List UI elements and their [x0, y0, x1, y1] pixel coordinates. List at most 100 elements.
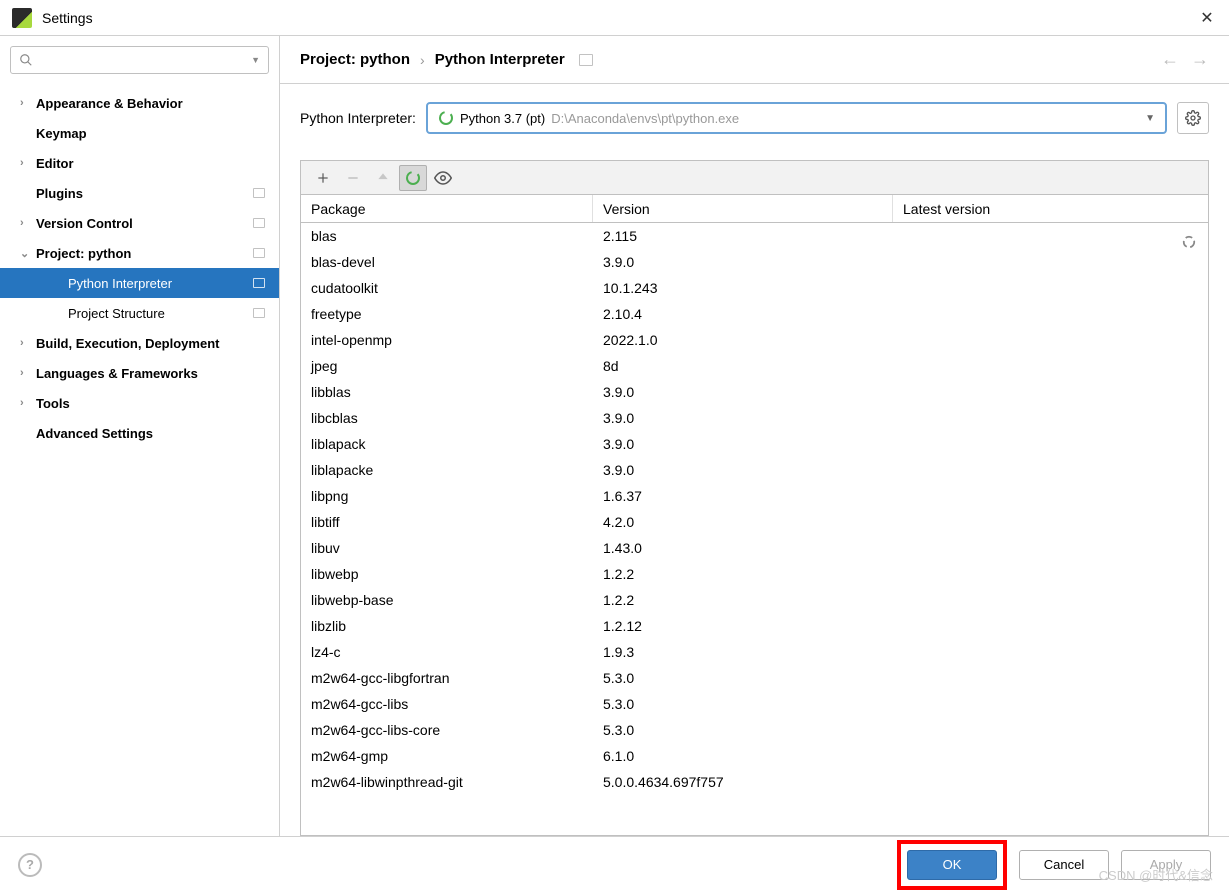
- package-version: 2.115: [593, 223, 893, 249]
- package-name: freetype: [301, 301, 593, 327]
- sidebar-item-tools[interactable]: ›Tools: [0, 388, 279, 418]
- package-row[interactable]: lz4-c1.9.3: [301, 639, 1208, 665]
- package-name: libpng: [301, 483, 593, 509]
- package-version: 3.9.0: [593, 431, 893, 457]
- sidebar-item-keymap[interactable]: ›Keymap: [0, 118, 279, 148]
- package-row[interactable]: m2w64-libwinpthread-git5.0.0.4634.697f75…: [301, 769, 1208, 795]
- sidebar-item-label: Project Structure: [68, 306, 165, 321]
- package-row[interactable]: libuv1.43.0: [301, 535, 1208, 561]
- package-version: 1.2.2: [593, 587, 893, 613]
- chevron-down-icon: ⌄: [20, 247, 34, 260]
- package-row[interactable]: m2w64-gcc-libs-core5.3.0: [301, 717, 1208, 743]
- eye-icon: [434, 169, 452, 187]
- packages-list[interactable]: blas2.115blas-devel3.9.0cudatoolkit10.1.…: [301, 223, 1208, 835]
- package-row[interactable]: m2w64-gcc-libs5.3.0: [301, 691, 1208, 717]
- window-title: Settings: [42, 10, 1197, 26]
- sidebar-item-label: Advanced Settings: [36, 426, 153, 441]
- ok-button[interactable]: OK: [907, 850, 997, 880]
- sidebar-item-python-interpreter[interactable]: ›Python Interpreter: [0, 268, 279, 298]
- interpreter-settings-button[interactable]: [1177, 102, 1209, 134]
- package-row[interactable]: libwebp1.2.2: [301, 561, 1208, 587]
- package-latest: [893, 405, 1208, 431]
- package-row[interactable]: liblapacke3.9.0: [301, 457, 1208, 483]
- add-package-button[interactable]: [309, 165, 337, 191]
- gear-icon: [1185, 110, 1201, 126]
- show-early-releases-button[interactable]: [429, 165, 457, 191]
- package-row[interactable]: blas-devel3.9.0: [301, 249, 1208, 275]
- package-name: libuv: [301, 535, 593, 561]
- sidebar-item-project-structure[interactable]: ›Project Structure: [0, 298, 279, 328]
- package-name: m2w64-gcc-libs-core: [301, 717, 593, 743]
- sidebar-item-build-execution-deployment[interactable]: ›Build, Execution, Deployment: [0, 328, 279, 358]
- upgrade-package-button: [369, 165, 397, 191]
- sidebar-item-plugins[interactable]: ›Plugins: [0, 178, 279, 208]
- conda-packages-button[interactable]: [399, 165, 427, 191]
- package-row[interactable]: libblas3.9.0: [301, 379, 1208, 405]
- interpreter-row: Python Interpreter: Python 3.7 (pt) D:\A…: [280, 84, 1229, 152]
- package-name: cudatoolkit: [301, 275, 593, 301]
- nav-forward-icon[interactable]: →: [1191, 49, 1209, 70]
- chevron-right-icon: ›: [20, 367, 34, 379]
- sidebar-item-languages-frameworks[interactable]: ›Languages & Frameworks: [0, 358, 279, 388]
- package-latest: [893, 301, 1208, 327]
- breadcrumb-project[interactable]: Project: python: [300, 51, 410, 68]
- package-row[interactable]: jpeg8d: [301, 353, 1208, 379]
- chevron-right-icon: ›: [20, 97, 34, 109]
- package-version: 5.3.0: [593, 717, 893, 743]
- column-package[interactable]: Package: [301, 195, 593, 222]
- package-row[interactable]: intel-openmp2022.1.0: [301, 327, 1208, 353]
- search-box[interactable]: ▼: [10, 46, 269, 74]
- column-latest[interactable]: Latest version: [893, 195, 1208, 222]
- package-row[interactable]: libwebp-base1.2.2: [301, 587, 1208, 613]
- package-latest: [893, 717, 1208, 743]
- package-name: m2w64-libwinpthread-git: [301, 769, 593, 795]
- column-version[interactable]: Version: [593, 195, 893, 222]
- nav-back-icon[interactable]: ←: [1161, 49, 1179, 70]
- sidebar-item-editor[interactable]: ›Editor: [0, 148, 279, 178]
- sidebar-item-label: Version Control: [36, 216, 133, 231]
- package-row[interactable]: m2w64-gcc-libgfortran5.3.0: [301, 665, 1208, 691]
- sidebar-item-appearance-behavior[interactable]: ›Appearance & Behavior: [0, 88, 279, 118]
- plus-icon: [316, 171, 330, 185]
- sidebar-item-label: Project: python: [36, 246, 131, 261]
- close-icon[interactable]: ✕: [1197, 8, 1217, 28]
- package-name: liblapacke: [301, 457, 593, 483]
- package-row[interactable]: libpng1.6.37: [301, 483, 1208, 509]
- search-dropdown-icon[interactable]: ▼: [251, 55, 260, 65]
- package-row[interactable]: m2w64-gmp6.1.0: [301, 743, 1208, 769]
- interpreter-name: Python 3.7 (pt): [460, 111, 545, 126]
- package-latest: [893, 509, 1208, 535]
- sidebar-item-advanced-settings[interactable]: ›Advanced Settings: [0, 418, 279, 448]
- search-input[interactable]: [39, 53, 247, 68]
- conda-circle-icon: [405, 170, 421, 186]
- titlebar: Settings ✕: [0, 0, 1229, 36]
- package-version: 8d: [593, 353, 893, 379]
- apply-button: Apply: [1121, 850, 1211, 880]
- package-row[interactable]: freetype2.10.4: [301, 301, 1208, 327]
- package-latest: [893, 223, 1208, 249]
- package-latest: [893, 353, 1208, 379]
- cancel-button[interactable]: Cancel: [1019, 850, 1109, 880]
- packages-header: Package Version Latest version: [301, 195, 1208, 223]
- package-row[interactable]: libzlib1.2.12: [301, 613, 1208, 639]
- help-button[interactable]: ?: [18, 853, 42, 877]
- sidebar-item-project-python[interactable]: ⌄Project: python: [0, 238, 279, 268]
- breadcrumb: Project: python › Python Interpreter ← →: [280, 36, 1229, 84]
- interpreter-dropdown[interactable]: Python 3.7 (pt) D:\Anaconda\envs\pt\pyth…: [426, 102, 1167, 134]
- package-version: 1.2.2: [593, 561, 893, 587]
- package-row[interactable]: liblapack3.9.0: [301, 431, 1208, 457]
- package-name: blas-devel: [301, 249, 593, 275]
- package-row[interactable]: blas2.115: [301, 223, 1208, 249]
- package-row[interactable]: cudatoolkit10.1.243: [301, 275, 1208, 301]
- remove-package-button: [339, 165, 367, 191]
- package-row[interactable]: libtiff4.2.0: [301, 509, 1208, 535]
- package-version: 1.9.3: [593, 639, 893, 665]
- breadcrumb-page: Python Interpreter: [435, 51, 565, 68]
- sidebar-item-version-control[interactable]: ›Version Control: [0, 208, 279, 238]
- package-row[interactable]: libcblas3.9.0: [301, 405, 1208, 431]
- chevron-down-icon: ▼: [1145, 113, 1155, 124]
- sidebar-item-label: Editor: [36, 156, 74, 171]
- arrow-up-icon: [376, 171, 390, 185]
- main-panel: Project: python › Python Interpreter ← →…: [280, 36, 1229, 836]
- chevron-right-icon: ›: [20, 217, 34, 229]
